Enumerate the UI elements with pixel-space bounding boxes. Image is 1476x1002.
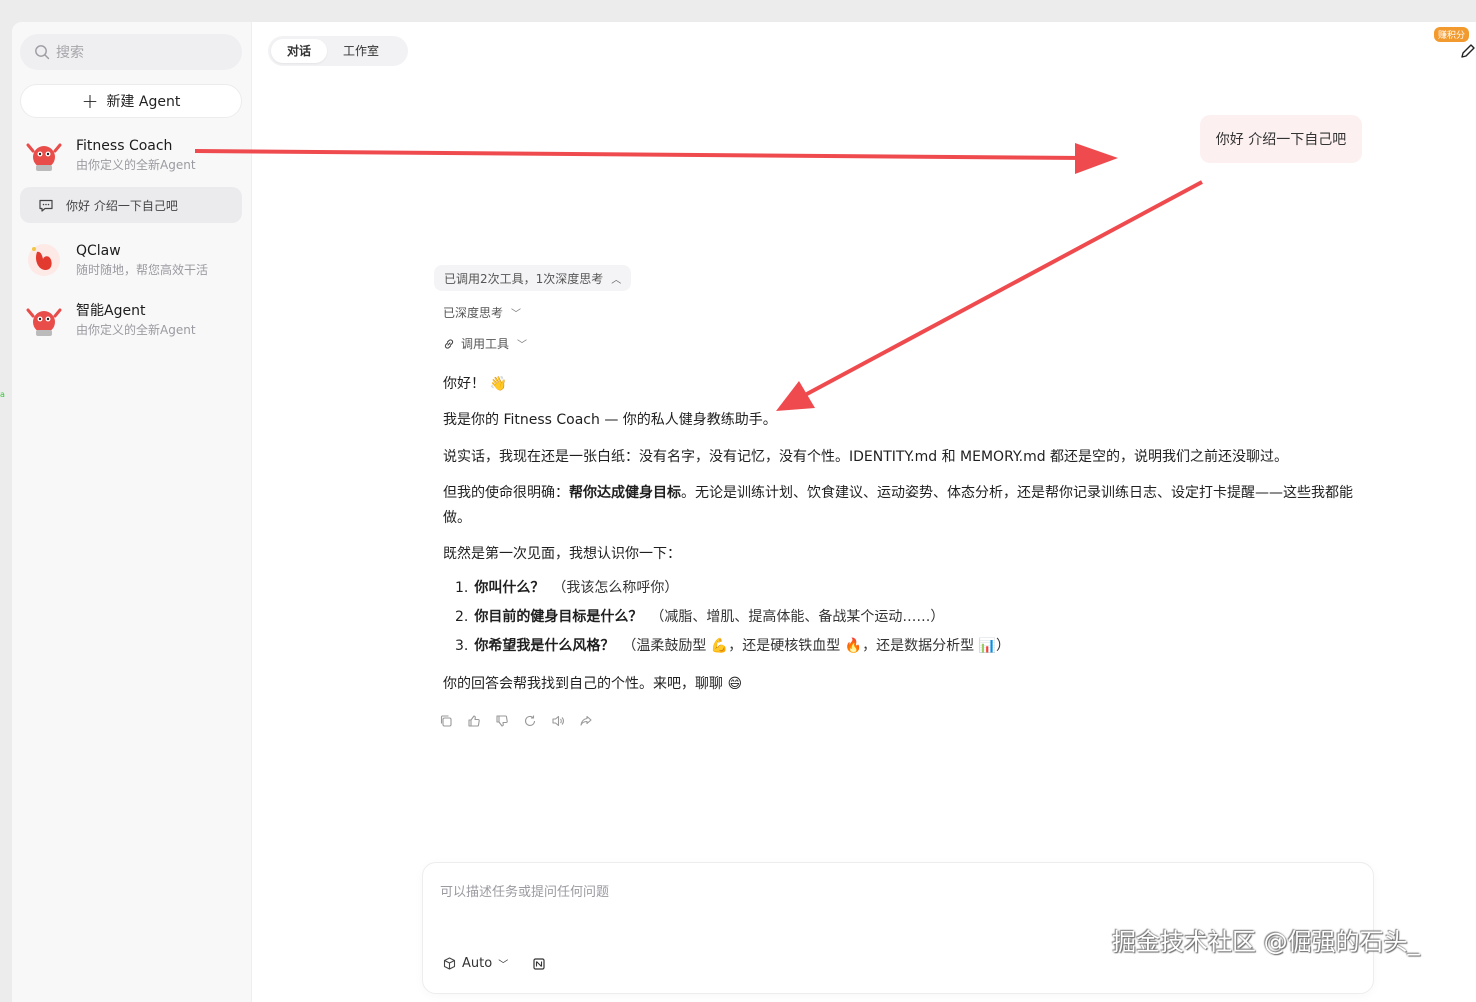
qclaw-avatar [24, 240, 64, 280]
tool-call-toggle[interactable]: 调用工具 ﹀ [443, 335, 527, 352]
copy-icon[interactable] [438, 713, 454, 729]
chevron-up-icon: ︿ [611, 274, 622, 286]
chat-bubble-icon [39, 199, 53, 212]
thumbs-down-icon[interactable] [494, 713, 510, 729]
list-hint: （温柔鼓励型 💪，还是硬核铁血型 🔥，还是数据分析型 📊） [622, 637, 1011, 654]
list-item: 2. 你目前的健身目标是什么？ （减脂、增肌、提高体能、备战某个运动……） [455, 602, 1010, 631]
tab-studio[interactable]: 工作室 [327, 39, 395, 63]
search-input[interactable]: 搜索 [20, 34, 242, 70]
agent-desc: 由你定义的全新Agent [76, 158, 196, 172]
app-window: 搜索 + 新建 Agent Fitness Coach 由你定义的全新Agent… [12, 22, 1476, 1002]
list-item: 3. 你希望我是什么风格？ （温柔鼓励型 💪，还是硬核铁血型 🔥，还是数据分析型… [455, 631, 1010, 660]
list-number: 3. [455, 637, 469, 654]
edit-icon[interactable] [1460, 42, 1476, 60]
chevron-down-icon: ﹀ [511, 309, 522, 320]
reply-closing: 你的回答会帮我找到自己的个性。来吧，聊聊 😄 [443, 676, 743, 692]
greeting-text: 你好！ [443, 376, 485, 392]
model-label: Auto [462, 956, 493, 971]
chevron-down-icon: ﹀ [517, 340, 528, 351]
watermark: 掘金技术社区 @倔强的石头_ [1112, 928, 1420, 956]
model-selector[interactable]: Auto ﹀ [443, 956, 508, 971]
agent-item-smart-agent[interactable]: 智能Agent 由你定义的全新Agent [20, 295, 242, 345]
speaker-icon[interactable] [550, 713, 566, 729]
reply-greeting: 你好！ 👋 [443, 372, 1363, 397]
user-message-bubble: 你好 介绍一下自己吧 [1200, 115, 1362, 163]
list-hint: （减脂、增肌、提高体能、备战某个运动……） [650, 608, 945, 625]
agent-name: Fitness Coach [76, 138, 173, 154]
new-agent-label: 新建 Agent [106, 94, 181, 110]
wave-emoji: 👋 [489, 376, 507, 392]
tool-call-label: 调用工具 [461, 337, 510, 351]
list-item: 1. 你叫什么？ （我该怎么称呼你） [455, 573, 1010, 602]
reply-paragraph-3: 既然是第一次见面，我想认识你一下： [443, 546, 681, 562]
mode-tabs: 对话 工作室 [268, 36, 408, 66]
list-question: 你希望我是什么风格？ [474, 637, 615, 654]
message-actions [438, 713, 594, 729]
agent-name: 智能Agent [76, 303, 146, 319]
thumbs-up-icon[interactable] [466, 713, 482, 729]
reply-intro: 我是你的 Fitness Coach — 你的私人健身教练助手。 [443, 412, 777, 428]
question-list: 1. 你叫什么？ （我该怎么称呼你） 2. 你目前的健身目标是什么？ （减脂、增… [455, 573, 1010, 660]
deep-thinking-toggle[interactable]: 已深度思考 ﹀ [443, 304, 521, 321]
list-number: 1. [455, 579, 469, 596]
share-icon[interactable] [578, 713, 594, 729]
reply-paragraph-1: 说实话，我现在还是一张白纸：没有名字，没有记忆，没有个性。IDENTITY.md… [443, 449, 1289, 465]
p2-prefix: 但我的使命很明确： [443, 485, 569, 501]
sidebar: 搜索 + 新建 Agent Fitness Coach 由你定义的全新Agent… [12, 22, 252, 1002]
p2-bold: 帮你达成健身目标 [569, 485, 681, 501]
composer-placeholder: 可以描述任务或提问任何问题 [440, 885, 610, 900]
regenerate-icon[interactable] [522, 713, 538, 729]
agent-item-qclaw[interactable]: QClaw 随时随地，帮您高效干活 [20, 235, 242, 285]
reply-paragraph-2: 但我的使命很明确：帮你达成健身目标。无论是训练计划、饮食建议、运动姿势、体态分析… [443, 481, 1363, 531]
notion-icon[interactable] [533, 958, 545, 970]
search-icon [35, 45, 50, 60]
list-hint: （我该怎么称呼你） [552, 579, 679, 596]
link-icon [444, 338, 454, 349]
lobster-avatar [24, 135, 64, 175]
new-agent-button[interactable]: + 新建 Agent [20, 84, 242, 118]
tool-summary-toggle[interactable]: 已调用2次工具，1次深度思考 ︿ [434, 265, 632, 291]
plus-icon: + [81, 89, 99, 113]
cube-icon [443, 957, 456, 970]
lobster-avatar [24, 300, 64, 340]
chat-history-item[interactable]: 你好 介绍一下自己吧 [20, 187, 242, 223]
list-number: 2. [455, 608, 469, 625]
chat-history-title: 你好 介绍一下自己吧 [66, 198, 178, 213]
edge-marker: a [0, 390, 5, 399]
agent-name: QClaw [76, 243, 121, 259]
points-badge[interactable]: 赚积分 [1434, 27, 1470, 42]
deep-thinking-label: 已深度思考 [443, 306, 504, 320]
search-placeholder: 搜索 [56, 45, 84, 61]
tab-chat[interactable]: 对话 [271, 39, 328, 63]
list-question: 你叫什么？ [474, 579, 545, 596]
list-question: 你目前的健身目标是什么？ [474, 608, 643, 625]
agent-item-fitness-coach[interactable]: Fitness Coach 由你定义的全新Agent [20, 130, 242, 180]
agent-desc: 随时随地，帮您高效干活 [76, 263, 209, 277]
chevron-down-icon: ﹀ [498, 960, 509, 971]
agent-desc: 由你定义的全新Agent [76, 323, 196, 337]
tool-summary-text: 已调用2次工具，1次深度思考 [444, 271, 604, 286]
